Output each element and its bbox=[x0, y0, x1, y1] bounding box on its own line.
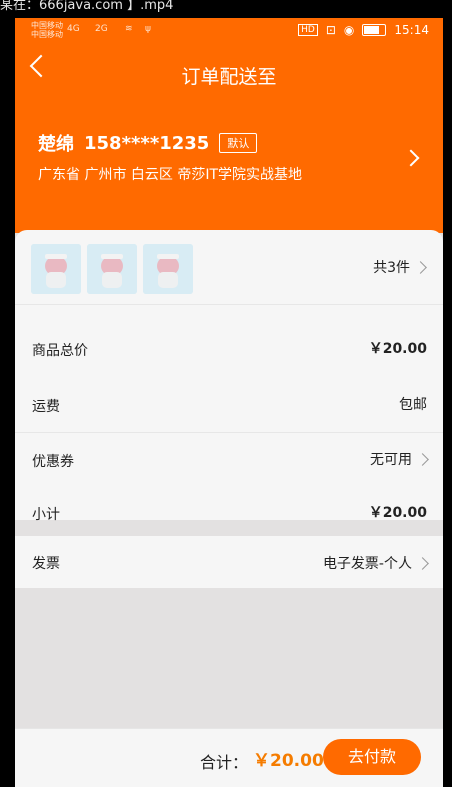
row-shipping: 运费 包邮 bbox=[15, 378, 443, 433]
checkout-bar: 合计： ￥20.00 去付款 bbox=[15, 728, 443, 787]
cast-icon: ⊡ bbox=[325, 23, 336, 37]
coupon-label: 优惠券 bbox=[32, 454, 74, 470]
pay-button[interactable]: 去付款 bbox=[323, 739, 421, 775]
goods-count-label: 共3件 bbox=[373, 260, 410, 276]
address-line: 广东省 广州市 白云区 帝莎IT学院实战基地 bbox=[38, 167, 303, 183]
coupon-value-group: 无可用 bbox=[370, 449, 429, 469]
battery-icon bbox=[362, 24, 387, 36]
signal-1-icon: 4G bbox=[67, 24, 80, 34]
recipient-phone: 158****1235 bbox=[84, 132, 210, 154]
subtotal-value: ￥20.00 bbox=[368, 505, 427, 521]
item-total-label: 商品总价 bbox=[32, 343, 88, 359]
usb-icon: ψ bbox=[145, 24, 151, 34]
eye-icon: ◉ bbox=[343, 23, 355, 37]
carrier-labels: 中国移动 中国移动 bbox=[31, 21, 63, 39]
invoice-label: 发票 bbox=[32, 556, 60, 572]
status-bar: 中国移动 中国移动 4G 2G ≋ ψ HD ⊡ ◉ 15:14 bbox=[15, 18, 443, 42]
product-thumbnail bbox=[143, 244, 193, 294]
chevron-right-icon bbox=[416, 452, 429, 466]
recipient-name: 楚绵 bbox=[38, 134, 74, 155]
order-card: 共3件 商品总价 ￥20.00 运费 包邮 优惠券 无可用 小计 ￥20.00 bbox=[15, 230, 443, 523]
row-item-total: 商品总价 ￥20.00 bbox=[15, 322, 443, 376]
invoice-value-group: 电子发票-个人 bbox=[322, 553, 429, 573]
item-total-value: ￥20.00 bbox=[368, 341, 427, 357]
goods-count: 共3件 bbox=[373, 257, 427, 277]
chevron-right-icon bbox=[414, 260, 427, 274]
status-right: HD ⊡ ◉ 15:14 bbox=[298, 23, 429, 37]
grand-total-value: ￥20.00 bbox=[253, 751, 324, 771]
product-thumbnail bbox=[31, 244, 81, 294]
shipping-label: 运费 bbox=[32, 399, 60, 415]
row-coupon[interactable]: 优惠券 无可用 bbox=[15, 433, 443, 487]
nav-bar: 订单配送至 bbox=[15, 54, 443, 94]
grand-total-label: 合计： bbox=[200, 753, 249, 772]
address-name-row: 楚绵 158****1235 默认 bbox=[38, 130, 423, 156]
shipping-value: 包邮 bbox=[399, 397, 427, 413]
signal-2-icon: 2G bbox=[95, 24, 108, 34]
carrier-1: 中国移动 bbox=[31, 21, 63, 30]
wifi-icon: ≋ bbox=[125, 24, 133, 34]
chevron-right-icon bbox=[416, 556, 429, 570]
invoice-row[interactable]: 发票 电子发票-个人 bbox=[15, 536, 443, 588]
goods-row[interactable]: 共3件 bbox=[15, 230, 443, 305]
coupon-value: 无可用 bbox=[370, 452, 412, 468]
video-caption: 某在：666java.com 】.mp4 bbox=[0, 0, 174, 13]
subtotal-label: 小计 bbox=[32, 507, 60, 523]
phone-screen: 中国移动 中国移动 4G 2G ≋ ψ HD ⊡ ◉ 15:14 订单配送至 楚… bbox=[15, 18, 443, 787]
row-subtotal: 小计 ￥20.00 bbox=[15, 486, 443, 540]
address-section[interactable]: 楚绵 158****1235 默认 广东省 广州市 白云区 帝莎IT学院实战基地 bbox=[38, 130, 423, 190]
default-badge: 默认 bbox=[219, 133, 258, 153]
page-title: 订单配送至 bbox=[181, 66, 277, 88]
product-thumbnail bbox=[87, 244, 137, 294]
carrier-2: 中国移动 bbox=[31, 30, 63, 39]
hd-icon: HD bbox=[298, 24, 318, 36]
invoice-value: 电子发票-个人 bbox=[322, 556, 412, 572]
header-background: 中国移动 中国移动 4G 2G ≋ ψ HD ⊡ ◉ 15:14 订单配送至 楚… bbox=[15, 18, 443, 233]
clock: 15:14 bbox=[394, 23, 429, 37]
